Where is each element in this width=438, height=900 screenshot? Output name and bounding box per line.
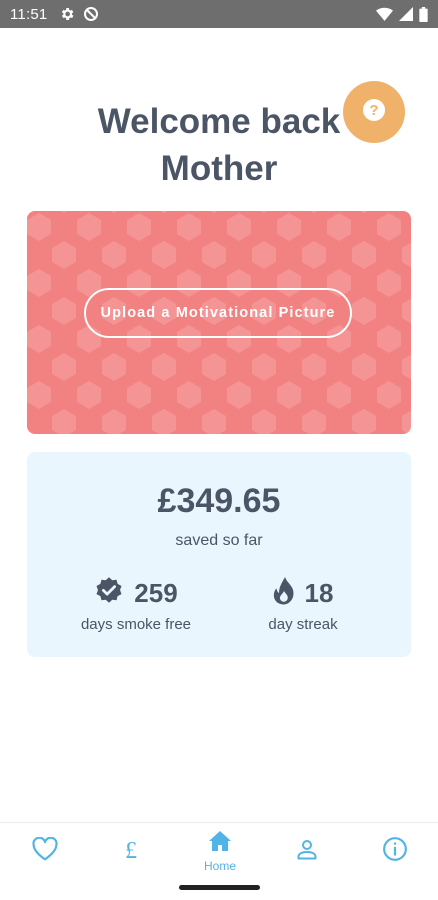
- status-time: 11:51: [10, 5, 48, 23]
- data-saver-icon: [83, 6, 99, 22]
- saved-amount: £349.65: [157, 482, 281, 520]
- gesture-handle[interactable]: [179, 885, 260, 890]
- streak-days-value: 18: [304, 577, 334, 608]
- info-icon: [382, 836, 408, 867]
- title-line-1: Welcome back: [97, 102, 341, 141]
- nav-item-home[interactable]: Home: [190, 823, 250, 879]
- heart-icon: [32, 836, 58, 866]
- settings-icon: [59, 6, 75, 22]
- motivational-picture-card[interactable]: Upload a Motivational Picture: [27, 211, 411, 434]
- saved-label: saved so far: [175, 532, 263, 549]
- title-line-2: Mother: [160, 149, 278, 188]
- smoke-free-stat: 259 days smoke free: [40, 575, 232, 633]
- profile-icon: [295, 837, 319, 866]
- pound-icon: £: [125, 838, 137, 864]
- stats-card: £349.65 saved so far 259 days smoke free…: [27, 452, 411, 657]
- battery-icon: [419, 6, 428, 22]
- streak-stat: 18 day streak: [207, 575, 399, 633]
- nav-item-health[interactable]: [15, 823, 75, 879]
- verified-badge-icon: [94, 576, 124, 611]
- wifi-icon: [376, 7, 393, 22]
- smoke-free-days-value: 259: [134, 577, 178, 608]
- question-icon: ?: [362, 98, 386, 127]
- upload-motivational-picture-button[interactable]: Upload a Motivational Picture: [84, 288, 352, 338]
- help-button[interactable]: ?: [343, 81, 405, 143]
- bottom-nav: £ Home: [0, 822, 438, 879]
- streak-days-label: day streak: [268, 616, 338, 633]
- status-bar: 11:51: [0, 0, 438, 28]
- nav-label-home: Home: [203, 858, 236, 873]
- status-right: [370, 6, 428, 22]
- signal-icon: [399, 7, 413, 21]
- nav-item-profile[interactable]: [277, 823, 337, 879]
- nav-item-savings[interactable]: £: [101, 823, 161, 879]
- svg-text:?: ?: [369, 102, 378, 119]
- nav-item-info[interactable]: [365, 823, 425, 879]
- home-icon: [208, 830, 232, 857]
- flame-icon: [273, 576, 295, 610]
- smoke-free-days-label: days smoke free: [80, 616, 192, 633]
